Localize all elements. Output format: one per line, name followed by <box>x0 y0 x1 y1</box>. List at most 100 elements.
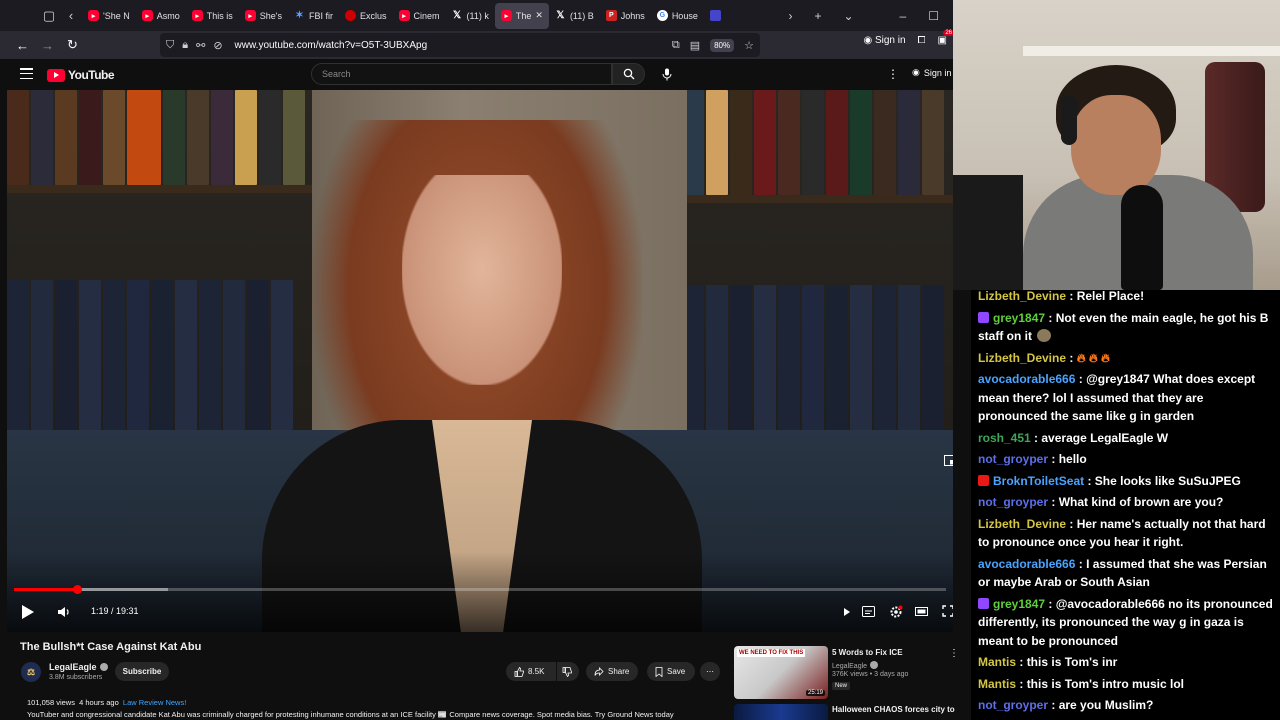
more-actions-button[interactable]: ⋯ <box>700 662 720 681</box>
search-button[interactable] <box>612 63 645 85</box>
streamer-webcam <box>953 0 1280 290</box>
recommended-channel[interactable]: LegalEagle <box>832 661 879 670</box>
dislike-button[interactable] <box>557 662 579 681</box>
youtube-sign-in-button[interactable]: ◉ Sign in <box>912 67 951 78</box>
youtube-header: YouTube ⋮ ◉ Sign in <box>0 59 953 90</box>
youtube-logo[interactable]: YouTube <box>47 68 115 82</box>
chat-message: not_groyper : are you Muslim? <box>971 696 1280 715</box>
share-button[interactable]: Share <box>586 662 638 681</box>
browser-tab[interactable]: 𝕏 (11) B <box>549 3 600 29</box>
rock-emote-icon <box>1037 329 1051 342</box>
chat-username[interactable]: not_groyper <box>978 495 1048 509</box>
settings-button[interactable] <box>889 605 903 619</box>
recommended-kebab-icon[interactable]: ⋮ <box>949 648 959 659</box>
progress-scrubber-handle[interactable] <box>72 585 82 594</box>
new-tab-icon[interactable]: + <box>814 9 821 23</box>
chat-username[interactable]: Lizbeth_Devine <box>978 351 1066 365</box>
address-bar[interactable]: ⛉ 🔒︎ ⚯ ⊘ www.youtube.com/watch?v=O5T-3UB… <box>160 33 760 57</box>
chat-username[interactable]: grey1847 <box>993 311 1045 325</box>
notifications-icon[interactable]: ▣ 26 <box>938 30 954 46</box>
chat-message: avocadorable666 : @grey1847 What does ex… <box>971 370 1280 426</box>
browser-tab[interactable] <box>704 3 731 29</box>
video-progress-bar[interactable] <box>14 585 946 594</box>
video-player[interactable]: 1:19 / 19:31 <box>7 90 953 632</box>
chat-username[interactable]: not_groyper <box>978 452 1048 466</box>
browser-tab-label: Asmo <box>156 10 180 21</box>
browser-tab[interactable]: 𝕏 (11) k <box>446 3 495 29</box>
hamburger-menu-icon[interactable] <box>20 68 33 79</box>
browser-tab[interactable]: ▸ This is <box>186 3 239 29</box>
zoom-level-badge[interactable]: 80% <box>710 38 735 52</box>
recommended-thumbnail-2[interactable] <box>734 704 828 720</box>
chat-username[interactable]: avocadorable666 <box>978 372 1075 386</box>
url-text[interactable]: www.youtube.com/watch?v=O5T-3UBXApg <box>235 40 428 51</box>
reload-icon[interactable]: ↻ <box>60 37 85 53</box>
autoplay-toggle[interactable] <box>843 607 851 617</box>
permissions-icon[interactable]: ⚯ <box>196 39 205 52</box>
browser-tab-label: FBI fir <box>309 10 333 21</box>
share-arrow-icon <box>594 666 604 676</box>
back-arrow-icon[interactable]: ← <box>10 38 35 53</box>
lock-icon[interactable]: 🔒︎ <box>182 39 188 52</box>
channel-name[interactable]: LegalEagle <box>49 662 108 672</box>
tab-scroll-left-icon[interactable]: ‹ <box>60 5 82 27</box>
window-maximize-icon[interactable]: ☐ <box>928 9 939 23</box>
miniplayer-icon[interactable] <box>944 453 953 471</box>
extensions-icon[interactable]: ⧠ <box>918 35 926 46</box>
play-button[interactable] <box>21 604 35 620</box>
browser-tab-label: House <box>671 10 698 21</box>
chat-username[interactable]: Lizbeth_Devine <box>978 290 1066 303</box>
chat-text: are you Muslim? <box>1058 698 1154 712</box>
picture-in-picture-icon[interactable]: ⧉ <box>672 39 680 52</box>
chat-username[interactable]: Mantis <box>978 655 1016 669</box>
theater-mode-button[interactable] <box>915 606 928 617</box>
chat-username[interactable]: BroknToiletSeat <box>993 474 1084 488</box>
tab-list-chevron-down-icon[interactable]: ⌄ <box>843 9 853 23</box>
tab-overview-icon[interactable]: ▢ <box>38 5 60 27</box>
recommended-thumbnail[interactable]: WE NEED TO FIX THIS 25:19 <box>734 646 828 699</box>
video-hashtag[interactable]: Law Review News! <box>123 698 186 707</box>
youtube-icon: ▸ <box>88 10 99 21</box>
recommended-title[interactable]: 5 Words to Fix ICE <box>832 648 903 657</box>
chat-username[interactable]: Lizbeth_Devine <box>978 517 1066 531</box>
save-button[interactable]: Save <box>647 662 695 681</box>
subtitles-button[interactable] <box>862 606 875 617</box>
account-sign-in[interactable]: ◉ Sign in <box>863 35 905 46</box>
window-minimize-icon[interactable]: – <box>900 9 907 23</box>
browser-tab[interactable]: ▸ The ✕ <box>494 2 549 29</box>
close-tab-icon[interactable]: ✕ <box>535 10 543 21</box>
recommended-title-2[interactable]: Halloween CHAOS forces city to <box>832 705 955 714</box>
browser-tab[interactable]: ▸ Asmo <box>136 3 186 29</box>
browser-tab[interactable]: ▸ Cinem <box>393 3 446 29</box>
chat-username[interactable]: not_groyper <box>978 698 1048 712</box>
bookmark-star-icon[interactable]: ☆ <box>744 39 754 52</box>
chat-username[interactable]: avocadorable666 <box>978 557 1075 571</box>
browser-tab[interactable]: ▸ She's <box>239 3 288 29</box>
tab-scroll-right-icon[interactable]: › <box>788 9 792 23</box>
voice-search-button[interactable] <box>656 63 678 85</box>
tracking-icon[interactable]: ⊘ <box>213 39 222 52</box>
browser-tab[interactable]: ✶ FBI fir <box>288 3 339 29</box>
video-description[interactable]: YouTuber and congressional candidate Kat… <box>27 710 674 719</box>
chat-username[interactable]: rosh_451 <box>978 431 1031 445</box>
shield-icon[interactable]: ⛉ <box>166 39 174 52</box>
fullscreen-button[interactable] <box>942 605 953 617</box>
browser-tab[interactable]: P Johns <box>600 3 651 29</box>
browser-tab[interactable]: ▸ 'She N <box>82 3 136 29</box>
subscribe-button[interactable]: Subscribe <box>115 662 169 681</box>
chat-username[interactable]: grey1847 <box>993 597 1045 611</box>
browser-tab[interactable]: G House <box>651 3 704 29</box>
volume-button[interactable] <box>57 606 70 618</box>
bookshelf-bottom-right <box>682 285 944 445</box>
reader-view-icon[interactable]: ▤ <box>690 39 700 52</box>
settings-kebab-icon[interactable]: ⋮ <box>887 67 899 81</box>
chat-username[interactable]: Mantis <box>978 677 1016 691</box>
browser-tab[interactable]: Exclus <box>339 3 393 29</box>
politico-icon: P <box>605 10 617 21</box>
like-button[interactable]: 8.5K <box>506 662 556 681</box>
search-input[interactable] <box>311 63 612 85</box>
video-stats[interactable]: 101,058 views 4 hours ago Law Review New… <box>27 698 186 707</box>
channel-avatar[interactable]: ⚖ <box>21 662 41 682</box>
forward-arrow-icon[interactable]: → <box>35 38 60 53</box>
bookshelf-bottom-left <box>7 280 293 430</box>
